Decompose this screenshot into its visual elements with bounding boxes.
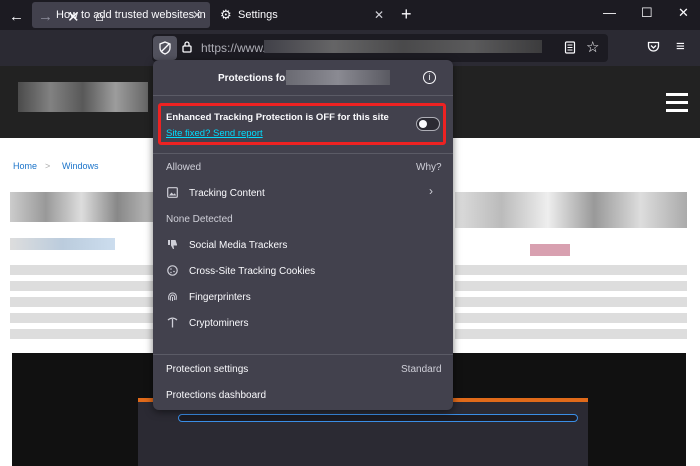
protection-level-label: Standard [401, 364, 442, 375]
protection-settings-link[interactable]: Protection settings [166, 364, 248, 375]
gear-icon: ⚙ [220, 7, 232, 22]
url-redaction [264, 40, 542, 53]
protections-panel: Protections for i Enhanced Tracking Prot… [153, 60, 453, 410]
tracker-label: Cross-Site Tracking Cookies [189, 266, 316, 277]
close-icon[interactable]: ✕ [192, 8, 202, 22]
site-logo-redacted [18, 82, 148, 112]
pocket-icon[interactable] [647, 40, 660, 57]
tracker-label: Fingerprinters [189, 292, 251, 303]
meta-redacted-right [530, 244, 570, 256]
tracker-label: Cryptominers [189, 318, 249, 329]
cookie-icon [167, 265, 179, 277]
home-button[interactable]: ⌂ [95, 8, 104, 25]
tab-article[interactable]: How to add trusted websites in ✕ [32, 2, 210, 28]
protections-dashboard-link[interactable]: Protections dashboard [166, 390, 266, 401]
breadcrumb-separator: > [45, 161, 51, 171]
lock-icon[interactable] [181, 40, 193, 56]
forward-button[interactable]: → [38, 8, 53, 25]
etp-toggle[interactable] [416, 117, 440, 131]
allowed-heading: Allowed [166, 162, 202, 173]
body-text-redacted [10, 265, 153, 345]
tab-settings[interactable]: ⚙ Settings ✕ [212, 2, 392, 28]
shield-icon[interactable] [153, 36, 177, 60]
panel-title: Protections for [218, 73, 290, 84]
bookmark-star-icon[interactable]: ☆ [586, 38, 599, 56]
divider [153, 354, 453, 355]
etp-status-text: Enhanced Tracking Protection is OFF for … [166, 112, 389, 123]
image-icon [167, 187, 179, 199]
fingerprint-icon [167, 291, 179, 303]
send-report-link[interactable]: Site fixed? Send report [166, 128, 263, 139]
thumbs-down-icon [167, 239, 179, 251]
none-detected-heading: None Detected [166, 214, 233, 225]
maximize-button[interactable]: ☐ [641, 5, 653, 21]
minimize-button[interactable]: — [603, 5, 616, 20]
headline-redacted-right [455, 192, 687, 228]
body-text-redacted-right [455, 265, 687, 345]
url-text[interactable]: https://www. [201, 41, 266, 55]
close-icon[interactable]: ✕ [374, 8, 384, 22]
pickaxe-icon [167, 317, 179, 329]
info-icon[interactable]: i [423, 71, 436, 84]
stop-button[interactable]: ✕ [67, 8, 80, 26]
meta-redacted [10, 238, 115, 250]
why-link[interactable]: Why? [416, 162, 442, 173]
back-button[interactable]: ← [9, 8, 24, 25]
menu-icon[interactable]: ≡ [676, 38, 685, 55]
chevron-right-icon: › [429, 184, 433, 198]
reader-view-icon[interactable] [564, 41, 576, 58]
headline-redacted [10, 192, 153, 222]
breadcrumb-home[interactable]: Home [13, 161, 37, 171]
tracker-label: Tracking Content [189, 188, 265, 199]
tracker-label: Social Media Trackers [189, 240, 288, 251]
breadcrumb-windows[interactable]: Windows [62, 161, 99, 171]
divider [153, 153, 453, 154]
close-window-button[interactable]: ✕ [678, 5, 689, 21]
new-tab-button[interactable]: + [401, 4, 412, 25]
site-name-redacted [286, 70, 390, 85]
tab-label: Settings [238, 9, 278, 21]
divider [153, 95, 453, 96]
